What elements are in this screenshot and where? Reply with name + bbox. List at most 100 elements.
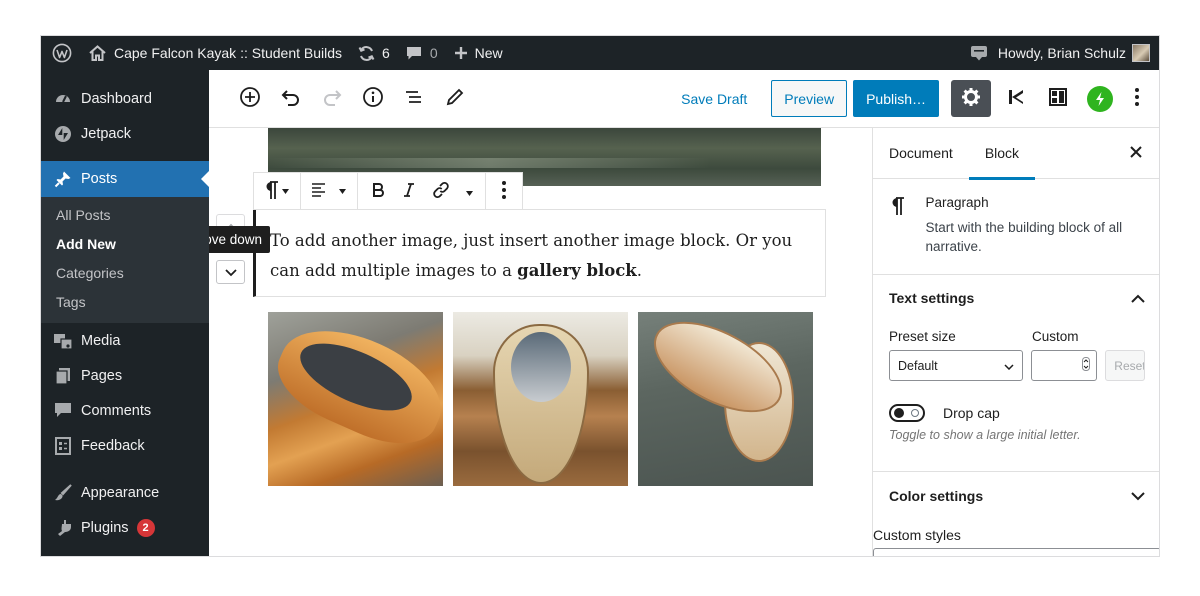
gallery-image[interactable] (638, 312, 813, 486)
add-block-icon (239, 86, 261, 111)
block-type-switcher[interactable] (258, 173, 296, 209)
tab-block[interactable]: Block (968, 128, 1036, 180)
settings-button[interactable] (951, 80, 991, 117)
info-icon (362, 86, 384, 111)
sidebar-item-jetpack[interactable]: Jetpack (41, 116, 209, 151)
blocks-grid-icon (1049, 88, 1067, 109)
site-name: Cape Falcon Kayak :: Student Builds (114, 45, 343, 61)
sidebar-item-pages[interactable]: Pages (41, 358, 209, 393)
block-card-description: Start with the building block of all nar… (925, 220, 1123, 254)
gallery-block[interactable] (268, 312, 813, 486)
bold-button[interactable] (362, 173, 394, 209)
undo-button[interactable] (276, 84, 306, 114)
paragraph-block[interactable]: To add another image, just insert anothe… (253, 209, 826, 297)
plus-icon (454, 46, 475, 60)
wordpress-logo-icon (52, 43, 72, 63)
blocks-grid-button[interactable] (1041, 80, 1075, 117)
block-options-button[interactable] (490, 173, 518, 209)
block-inserter-button[interactable] (820, 556, 840, 557)
more-vertical-icon (501, 180, 507, 203)
howdy-text: Howdy, Brian Schulz (997, 45, 1126, 61)
new-content-link[interactable]: New (446, 36, 511, 70)
sidebar-item-label: Media (81, 332, 121, 349)
submenu-all-posts[interactable]: All Posts (41, 201, 209, 230)
sidebar-item-label: Pages (81, 367, 123, 384)
paintbrush-icon (53, 483, 73, 503)
undo-icon (280, 86, 302, 111)
sidebar-item-feedback[interactable]: Feedback (41, 428, 209, 463)
sidebar-item-label: Jetpack (81, 125, 131, 142)
sidebar-item-media[interactable]: Media (41, 323, 209, 358)
sidebar-item-plugins[interactable]: Plugins 2 (41, 510, 209, 545)
pages-icon (53, 366, 73, 386)
sidebar-item-comments[interactable]: Comments (41, 393, 209, 428)
comments-link[interactable]: 0 (398, 36, 446, 70)
block-card: Paragraph Start with the building block … (873, 179, 1159, 275)
text-settings-panel: Text settings Preset size Custom Default (873, 275, 1159, 472)
link-icon (432, 181, 450, 202)
add-block-button[interactable] (235, 84, 265, 114)
notifications-button[interactable] (970, 36, 988, 70)
more-formatting-button[interactable] (458, 173, 481, 209)
color-settings-toggle[interactable]: Color settings (889, 472, 1145, 520)
move-down-button[interactable] (216, 260, 245, 284)
block-navigation-button[interactable] (399, 84, 429, 114)
paragraph-bold-text: gallery block (517, 261, 637, 280)
kadence-button[interactable] (999, 80, 1033, 117)
settings-sidebar: Document Block Paragraph Start with the … (872, 128, 1159, 556)
bold-icon (372, 182, 384, 200)
sidebar-item-posts[interactable]: Posts (41, 161, 209, 197)
site-name-link[interactable]: Cape Falcon Kayak :: Student Builds (83, 36, 350, 70)
drop-cap-toggle[interactable] (889, 404, 925, 422)
preset-size-label: Preset size (889, 329, 956, 344)
plugin-icon (53, 518, 73, 538)
custom-styles-input[interactable] (873, 548, 1159, 556)
custom-size-input[interactable] (1030, 350, 1098, 381)
sidebar-item-label: Plugins (81, 519, 129, 536)
italic-button[interactable] (394, 173, 424, 209)
home-icon (89, 45, 114, 61)
more-options-button[interactable] (1125, 80, 1149, 117)
updates-link[interactable]: 6 (350, 36, 398, 70)
preset-size-select[interactable]: Default (889, 350, 1023, 381)
close-settings-button[interactable] (1127, 144, 1145, 162)
tools-pencil-icon (445, 87, 465, 110)
content-info-button[interactable] (358, 84, 388, 114)
text-settings-toggle[interactable]: Text settings (889, 275, 1145, 321)
wordpress-logo-button[interactable] (41, 36, 83, 70)
gallery-image[interactable] (268, 312, 443, 486)
submenu-categories[interactable]: Categories (41, 259, 209, 288)
avatar (1132, 44, 1150, 62)
redo-button[interactable] (317, 84, 347, 114)
jetpack-icon (53, 124, 73, 144)
pin-icon (53, 169, 73, 189)
publish-button[interactable]: Publish… (853, 80, 939, 117)
sidebar-item-dashboard[interactable]: Dashboard (41, 81, 209, 116)
close-icon (1130, 145, 1142, 161)
tab-document[interactable]: Document (873, 128, 969, 179)
my-account-link[interactable]: Howdy, Brian Schulz (988, 36, 1159, 70)
preview-button[interactable]: Preview (771, 80, 848, 117)
submenu-add-new[interactable]: Add New (41, 230, 209, 259)
browser-window: Cape Falcon Kayak :: Student Builds 6 0 … (40, 35, 1160, 557)
spinner-icon[interactable] (1082, 357, 1091, 374)
link-button[interactable] (424, 173, 458, 209)
new-label: New (474, 45, 503, 61)
sidebar-item-appearance[interactable]: Appearance (41, 475, 209, 510)
save-draft-button[interactable]: Save Draft (671, 91, 771, 107)
custom-styles-section: Custom styles (873, 520, 1159, 556)
preset-size-value: Default (898, 358, 938, 373)
media-icon (53, 331, 73, 351)
chevron-down-icon (336, 173, 348, 209)
reset-button[interactable]: Reset (1105, 350, 1145, 381)
redo-icon (321, 86, 343, 111)
jetpack-button[interactable] (1083, 80, 1117, 117)
tools-button[interactable] (440, 84, 470, 114)
admin-sidebar: Dashboard Jetpack Posts All Posts Add Ne… (41, 70, 209, 556)
gallery-image[interactable] (453, 312, 628, 486)
submenu-tags[interactable]: Tags (41, 288, 209, 317)
sidebar-item-label: Comments (81, 402, 152, 419)
chevron-down-icon (279, 173, 291, 209)
editor-canvas: To add another image, just insert anothe… (209, 128, 872, 557)
align-button[interactable] (305, 173, 353, 209)
